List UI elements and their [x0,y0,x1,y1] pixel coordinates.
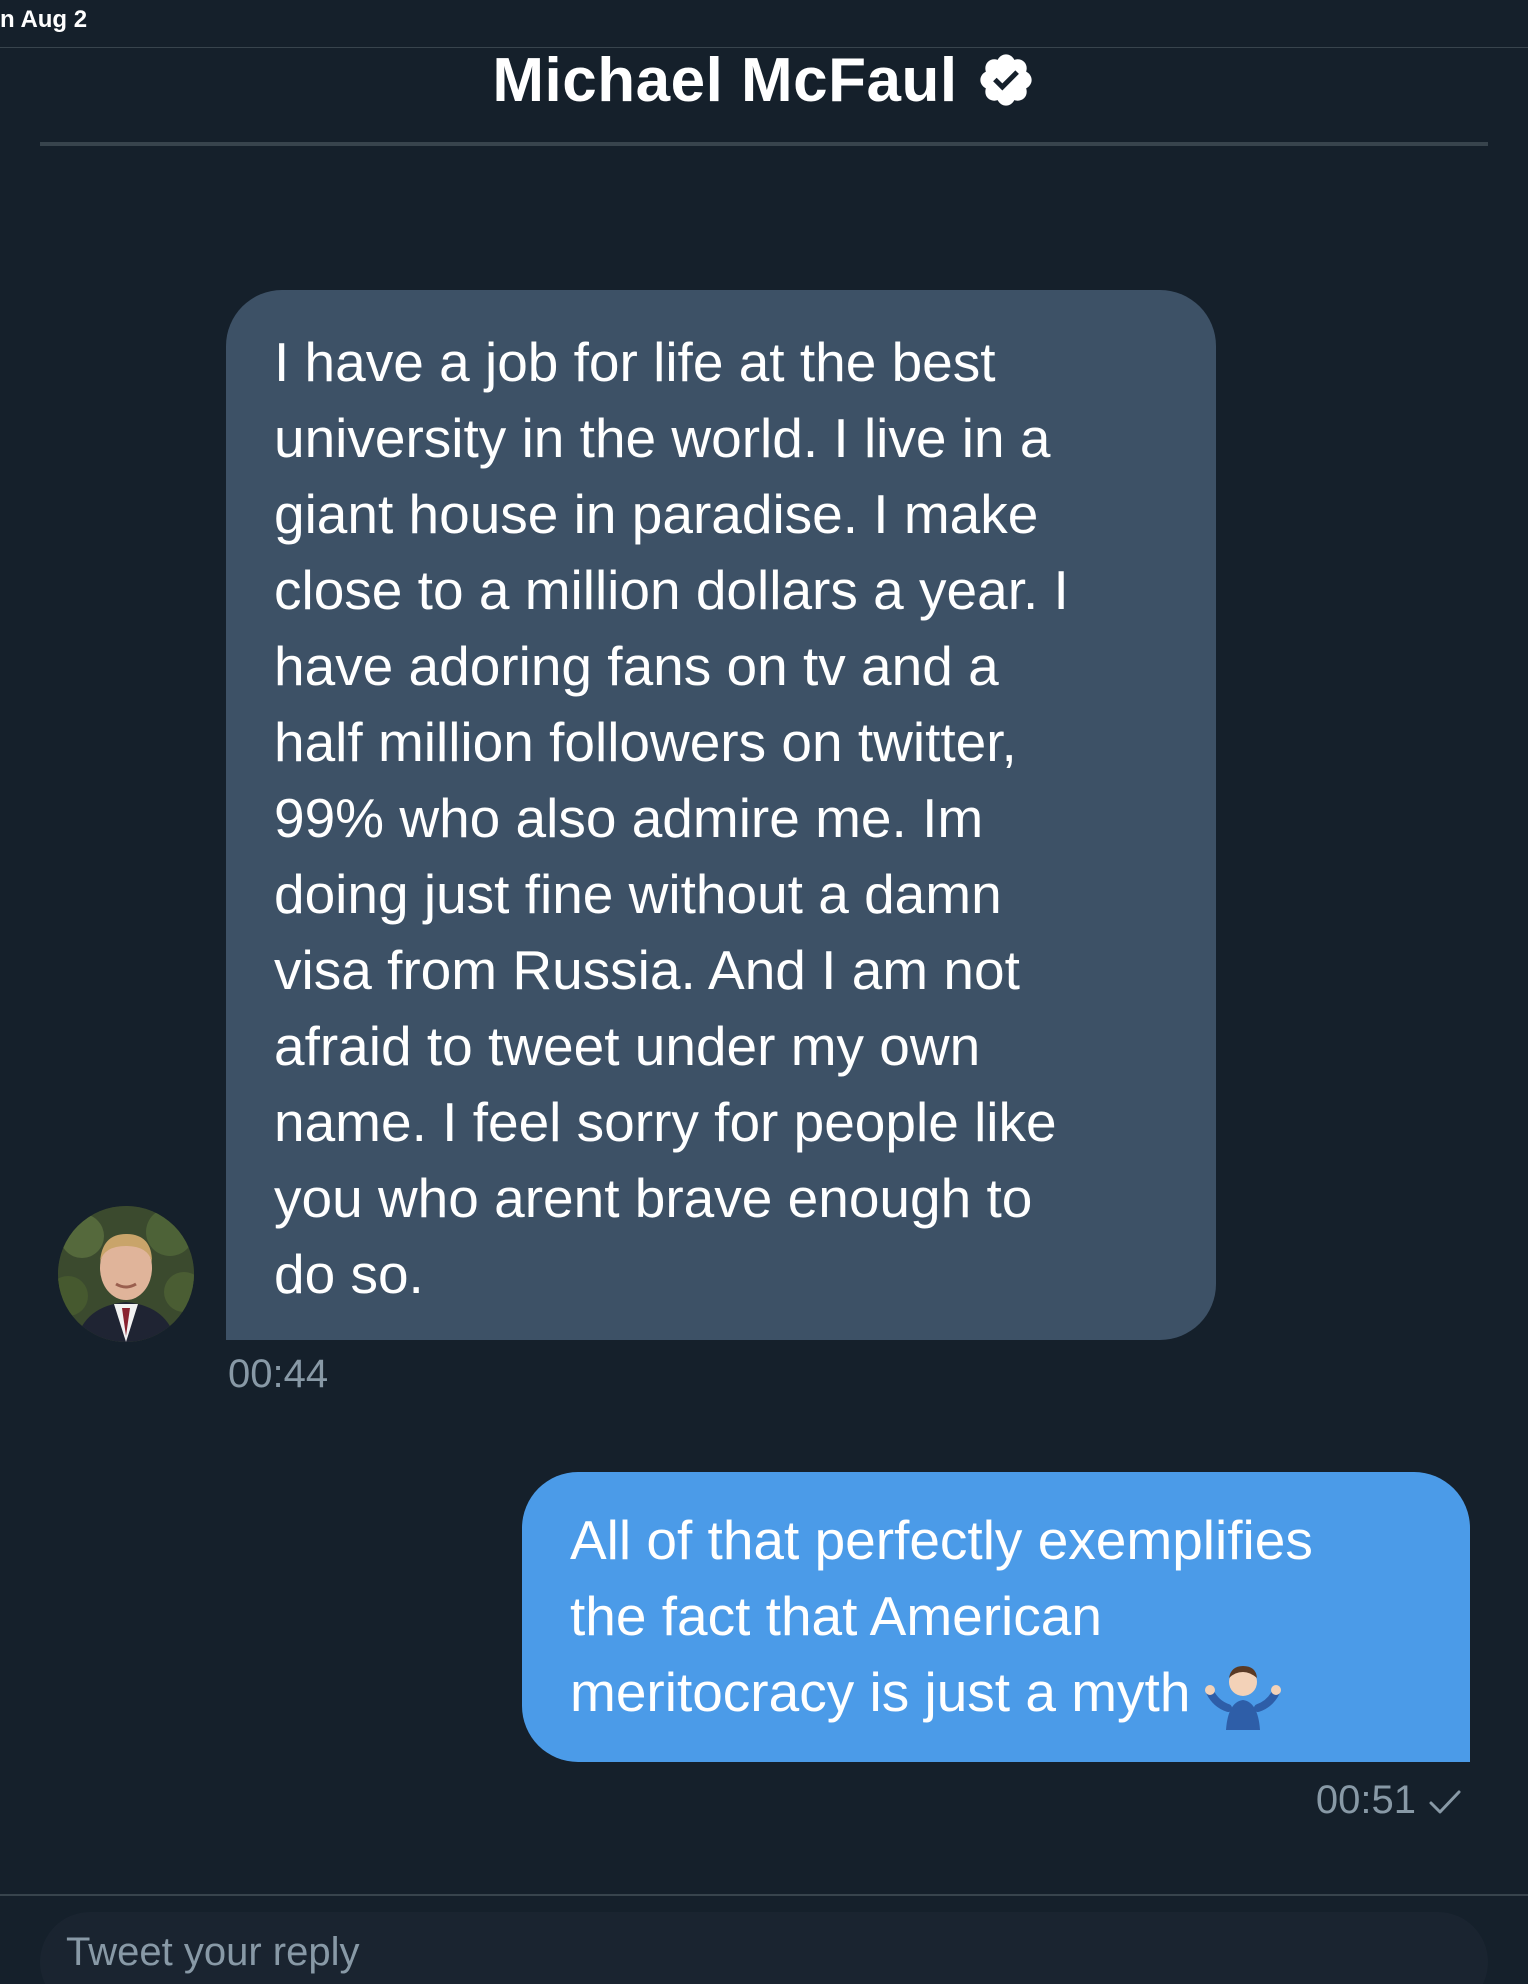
conversation-header[interactable]: Michael McFaul [0,40,1528,120]
incoming-message-bubble[interactable]: I have a job for life at the best univer… [226,290,1216,1340]
avatar[interactable] [58,1206,194,1342]
dm-conversation-screen: n Aug 2 Michael McFaul I have a job for … [0,0,1528,1984]
check-icon [1426,1784,1464,1818]
outgoing-message-time: 00:51 [1315,1778,1416,1822]
header-divider [40,142,1488,146]
person-shrugging-emoji [1204,1662,1282,1731]
outgoing-message-text: All of that perfectly exemplifies the fa… [570,1502,1430,1731]
reply-box[interactable] [40,1912,1488,1984]
incoming-message-time: 00:44 [228,1352,329,1396]
contact-name: Michael McFaul [492,45,958,115]
outgoing-message-time-row: 00:51 [1316,1778,1464,1823]
verified-badge-icon [976,50,1036,110]
outgoing-message-bubble[interactable]: All of that perfectly exemplifies the fa… [522,1472,1470,1762]
reply-input[interactable] [66,1930,1366,1975]
reply-divider [0,1894,1528,1896]
outgoing-message-body: All of that perfectly exemplifies the fa… [570,1509,1313,1723]
date-label: n Aug 2 [0,6,88,33]
incoming-message-text: I have a job for life at the best univer… [274,331,1069,1305]
